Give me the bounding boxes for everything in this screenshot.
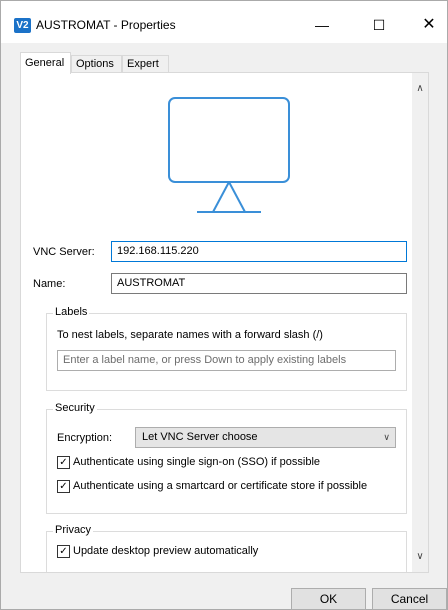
scroll-down-arrow-icon[interactable]: ∨ — [415, 551, 425, 562]
tab-options[interactable]: Options — [71, 55, 122, 73]
labels-group-title: Labels — [53, 306, 90, 318]
labels-group: Labels To nest labels, separate names wi… — [46, 306, 407, 391]
security-group-title: Security — [53, 402, 97, 414]
ok-button[interactable]: OK — [291, 588, 366, 610]
labels-hint: To nest labels, separate names with a fo… — [57, 329, 323, 341]
security-group: Security Encryption: Let VNC Server choo… — [46, 402, 407, 514]
maximize-button[interactable]: ☐ — [363, 11, 395, 39]
vnc-server-label: VNC Server: — [33, 246, 95, 258]
scroll-up-arrow-icon[interactable]: ∧ — [415, 83, 425, 94]
tab-expert[interactable]: Expert — [122, 55, 169, 73]
chevron-down-icon: ∨ — [383, 432, 390, 442]
properties-window: V2 AUSTROMAT - Properties — ☐ ✕ General … — [0, 0, 448, 610]
preview-label: Update desktop preview automatically — [73, 545, 259, 557]
sso-label: Authenticate using single sign-on (SSO) … — [73, 456, 321, 468]
label-input[interactable]: Enter a label name, or press Down to app… — [57, 350, 396, 371]
minimize-button[interactable]: — — [306, 11, 338, 39]
smartcard-label: Authenticate using a smartcard or certif… — [73, 480, 368, 492]
tab-general[interactable]: General — [20, 52, 71, 74]
cancel-button[interactable]: Cancel — [372, 588, 447, 610]
close-button[interactable]: ✕ — [413, 11, 445, 39]
title-bar: V2 AUSTROMAT - Properties — ☐ ✕ — [1, 1, 447, 43]
name-input[interactable]: AUSTROMAT — [111, 273, 407, 294]
smartcard-checkbox[interactable]: ✓ — [57, 480, 70, 493]
window-title: AUSTROMAT - Properties — [36, 18, 176, 32]
vnc-server-input[interactable]: 192.168.115.220 — [111, 241, 407, 262]
monitor-icon — [168, 97, 290, 213]
sso-checkbox[interactable]: ✓ — [57, 456, 70, 469]
vnc-viewer-app-icon: V2 — [14, 18, 31, 33]
preview-checkbox[interactable]: ✓ — [57, 545, 70, 558]
name-label: Name: — [33, 278, 66, 290]
privacy-group-title: Privacy — [53, 524, 94, 536]
general-panel: VNC Server: 192.168.115.220 Name: AUSTRO… — [20, 72, 429, 573]
vertical-scrollbar[interactable]: ∧ ∨ — [412, 73, 428, 572]
encryption-value: Let VNC Server choose — [142, 431, 258, 443]
encryption-label: Encryption: — [57, 432, 113, 444]
encryption-dropdown[interactable]: Let VNC Server choose ∨ — [135, 427, 396, 448]
privacy-group: Privacy ✓ Update desktop preview automat… — [46, 524, 407, 572]
